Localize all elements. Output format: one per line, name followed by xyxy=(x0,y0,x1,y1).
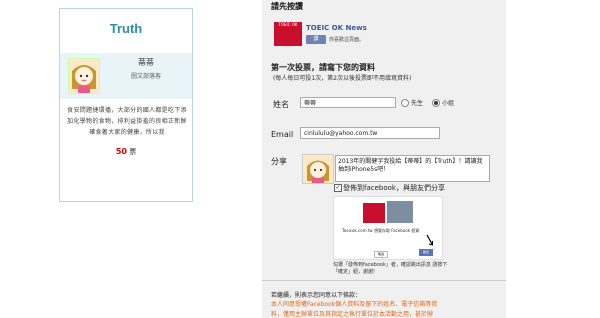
terms-heading: 若繼續，則表示您同意以下條款： xyxy=(271,292,362,299)
section-note: (每人每日可投1次，第2次以後投票即不用填寫資料) xyxy=(273,75,412,82)
name-field[interactable]: 蒂蒂 xyxy=(300,97,396,108)
candidate-dept: 圖文部落客 xyxy=(130,73,161,80)
card-title: Truth xyxy=(109,21,143,36)
preview-photo xyxy=(387,201,413,223)
vote-count-number: 50 xyxy=(115,147,127,156)
radio-ms-selected-dot xyxy=(434,101,438,105)
radio-mr[interactable] xyxy=(401,99,409,107)
preview-ok-button: 確定 xyxy=(419,249,433,256)
avatar xyxy=(68,58,100,94)
candidate-name: 蒂蒂 xyxy=(138,58,154,67)
vote-count-unit: 票 xyxy=(129,148,137,156)
preview-app-logo xyxy=(363,203,385,223)
share-checkbox-label[interactable]: 發佈到facebook，與朋友們分享 xyxy=(343,183,445,193)
arrow-icon xyxy=(426,234,433,246)
fb-page-logo[interactable]: TOEIC OK xyxy=(274,22,302,46)
share-avatar xyxy=(302,154,334,184)
preview-caption: 勾選「發佈到facebook」者，確認跳出訊息 請按下「確定」鈕，謝謝! xyxy=(333,262,448,275)
share-avatar-illustration xyxy=(303,155,333,183)
terms-line: 料，僅用主辦單位及其指定之執行單位於本活動之用，甚於辦 xyxy=(271,311,434,318)
name-label: 姓名 xyxy=(273,100,289,109)
share-checkbox[interactable]: ✓ xyxy=(334,184,342,192)
share-textarea[interactable]: 2013年的關健字我投給【蒂蒂】的【Truth】！請讓我抽到iPhone5s吧！ xyxy=(335,155,490,182)
step-like-label: 請先按讚 xyxy=(271,2,303,11)
candidate-description: 食安問題捷環播，大部分的國人都是吃下添加化學物的食物，排利益掛羞的良相正新鮮確食… xyxy=(67,107,187,136)
share-label: 分享 xyxy=(271,157,287,166)
radio-mr-label[interactable]: 先生 xyxy=(411,98,423,107)
section-heading: 第一次投票，請寫下您的資料 xyxy=(271,63,375,72)
email-field[interactable]: cinlululu@yahoo.com.tw xyxy=(300,127,440,139)
fb-page-name[interactable]: TOEIC OK News xyxy=(306,24,367,32)
divider xyxy=(262,280,506,281)
radio-ms-label[interactable]: 小姐 xyxy=(442,98,454,107)
preview-cancel-button: 略過 xyxy=(374,251,388,258)
avatar-illustration xyxy=(69,59,99,93)
fb-like-button[interactable]: 讚 xyxy=(306,35,326,44)
vote-count: 50 票 xyxy=(60,147,192,157)
candidate-card: Truth 蒂蒂 圖文部落客 食安問題捷環播，大部分的國人都是吃下添加化學物的食… xyxy=(59,8,193,202)
terms-line: 本人同意授權Facebook個人資料及留下的姓名、電子信箱等資 xyxy=(271,301,438,308)
fb-like-text: 你喜歡這頁面。 xyxy=(329,37,365,43)
email-label: Email xyxy=(271,130,294,139)
preview-site-text: Toeicok.com.tw 想要存取 Facebook 個資 xyxy=(342,228,420,233)
